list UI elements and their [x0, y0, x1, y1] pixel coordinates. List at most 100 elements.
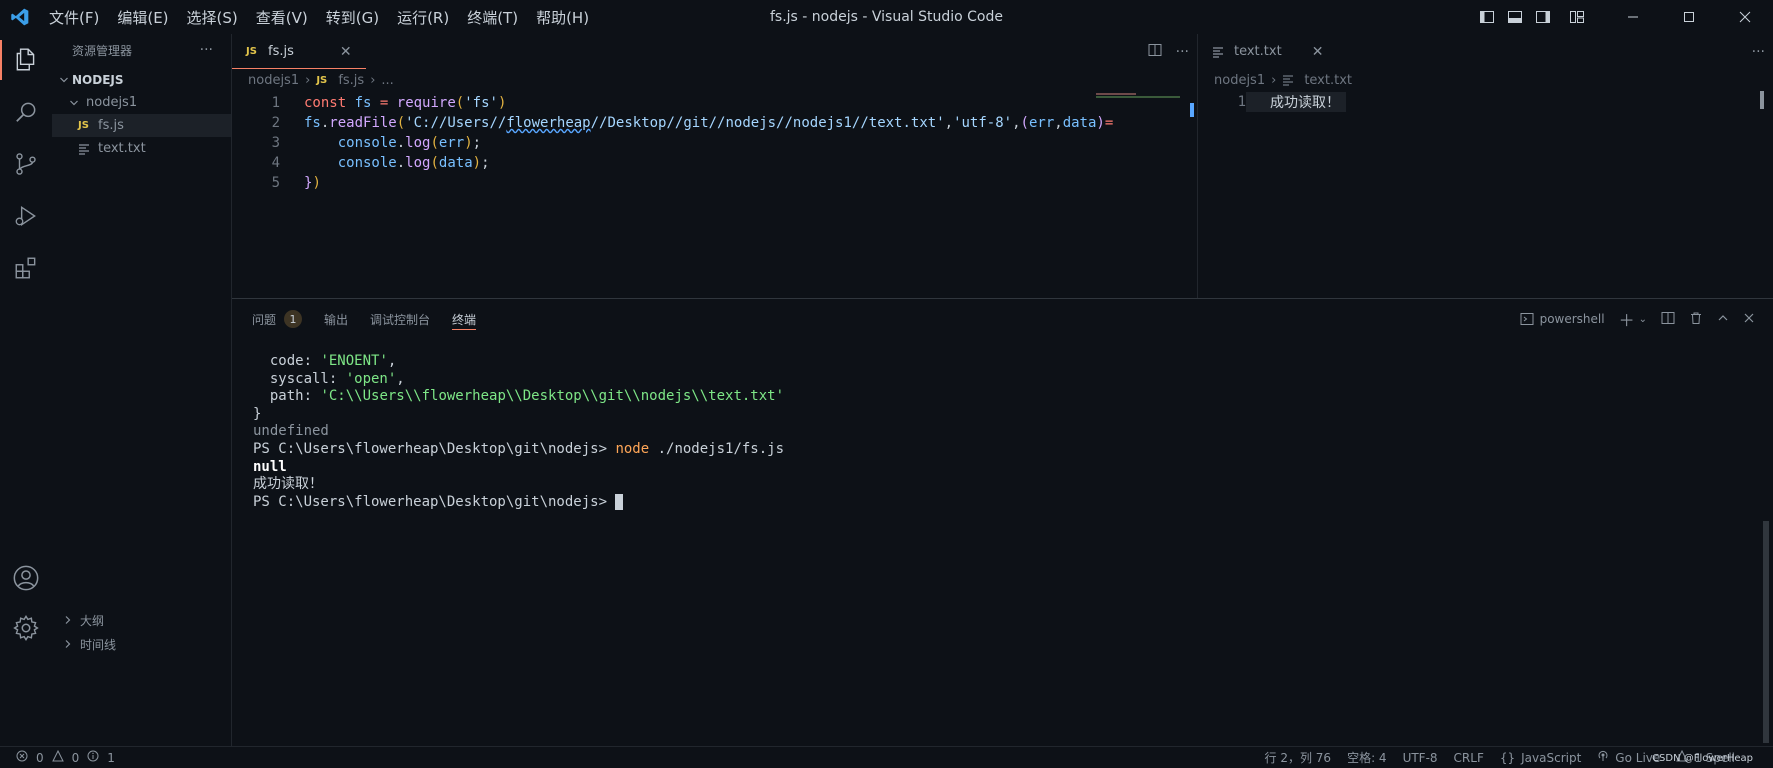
indentation[interactable]: 空格: 4	[1347, 749, 1387, 766]
tab-fs-js[interactable]: JS fs.js ✕	[232, 34, 366, 69]
split-terminal-icon[interactable]	[1661, 311, 1675, 328]
outline-section[interactable]: 大纲	[52, 608, 104, 632]
code-line-content: 成功读取！	[1246, 92, 1346, 112]
language-label: JavaScript	[1521, 750, 1582, 765]
title-bar: 文件(F) 编辑(E) 选择(S) 查看(V) 转到(G) 运行(R) 终端(T…	[0, 0, 1773, 34]
close-panel-icon[interactable]	[1743, 312, 1755, 327]
tree-file-text-txt[interactable]: text.txt	[52, 137, 231, 160]
toggle-secondary-sidebar-icon[interactable]	[1529, 0, 1557, 34]
terminal-line: syscall: 'open',	[253, 370, 405, 387]
tab-terminal[interactable]: 终端	[452, 299, 477, 339]
line-ending[interactable]: CRLF	[1454, 751, 1484, 765]
extensions-icon[interactable]	[0, 242, 52, 294]
text-editor[interactable]: 1 成功读取！	[1198, 91, 1773, 112]
menu-terminal[interactable]: 终端(T)	[458, 7, 527, 28]
breadcrumb-folder[interactable]: nodejs1	[248, 73, 299, 88]
info-count: 1	[107, 750, 115, 765]
code-line: 3 console.log(err);	[232, 133, 1197, 153]
close-icon[interactable]: ✕	[340, 44, 352, 60]
terminal-shell-label: powershell	[1539, 312, 1605, 326]
chevron-right-icon	[60, 639, 76, 649]
code-line-content: console.log(data);	[337, 155, 490, 171]
settings-gear-icon[interactable]	[0, 602, 52, 654]
run-debug-icon[interactable]	[0, 190, 52, 242]
explorer-icon[interactable]	[0, 34, 52, 86]
scrollbar[interactable]	[1763, 521, 1769, 743]
tab-label: fs.js	[268, 44, 294, 59]
new-terminal-icon[interactable]: ＋	[1619, 307, 1635, 331]
close-window-icon[interactable]	[1717, 0, 1773, 34]
chevron-right-icon: ›	[370, 72, 376, 88]
customize-layout-icon[interactable]	[1563, 0, 1591, 34]
split-editor-icon[interactable]	[1148, 43, 1162, 61]
tab-label: 终端	[452, 312, 477, 327]
menu-view[interactable]: 查看(V)	[247, 7, 317, 28]
menu-run[interactable]: 运行(R)	[388, 7, 458, 28]
menu-go[interactable]: 转到(G)	[317, 7, 388, 28]
encoding[interactable]: UTF-8	[1403, 751, 1438, 765]
toggle-panel-icon[interactable]	[1501, 0, 1529, 34]
tab-label: 输出	[324, 312, 349, 327]
explorer-sidebar: 资源管理器 ··· NODEJS nodejs1 JS fs.js text.t…	[52, 34, 232, 746]
scrollbar[interactable]	[1190, 103, 1194, 117]
problems-count-badge: 1	[284, 310, 303, 328]
more-actions-icon[interactable]: ···	[1176, 44, 1189, 60]
tab-text-txt[interactable]: text.txt ✕	[1198, 34, 1337, 69]
account-icon[interactable]	[0, 552, 52, 604]
broadcast-icon	[1597, 750, 1609, 765]
go-live-button[interactable]: Go Live	[1597, 750, 1660, 765]
menu-help[interactable]: 帮助(H)	[527, 7, 598, 28]
tree-root-nodejs[interactable]: NODEJS	[52, 68, 231, 91]
menu-file[interactable]: 文件(F)	[40, 7, 108, 28]
chevron-right-icon: ›	[305, 72, 311, 88]
language-mode[interactable]: {} JavaScript	[1500, 751, 1581, 765]
scrollbar[interactable]	[1760, 91, 1764, 109]
breadcrumb-symbol[interactable]: ...	[381, 73, 393, 88]
breadcrumb-file[interactable]: fs.js	[338, 73, 364, 88]
problems-status[interactable]: 0 0 1	[16, 749, 115, 765]
timeline-label: 时间线	[80, 637, 117, 652]
chevron-down-icon[interactable]: ⌄	[1639, 314, 1647, 325]
terminal-shell-selector[interactable]: powershell	[1520, 312, 1605, 326]
terminal-output[interactable]: code: 'ENOENT', syscall: 'open', path: '…	[232, 339, 1773, 511]
terminal-line: }	[253, 405, 262, 422]
cursor-position[interactable]: 行 2，列 76	[1265, 749, 1332, 766]
tree-file-label: text.txt	[98, 141, 146, 156]
tab-problems[interactable]: 问题 1	[252, 299, 303, 339]
menu-selection[interactable]: 选择(S)	[178, 7, 247, 28]
chevron-down-icon	[56, 75, 72, 85]
source-control-icon[interactable]	[0, 138, 52, 190]
minimize-icon[interactable]	[1605, 0, 1661, 34]
more-actions-icon[interactable]: ···	[200, 42, 213, 58]
text-file-icon	[1212, 46, 1228, 58]
chevron-right-icon: ›	[1271, 72, 1277, 88]
line-number: 1	[271, 95, 280, 111]
editor-tab-bar: text.txt ✕ ···	[1198, 34, 1773, 69]
code-editor[interactable]: 1 const fs = require('fs') 2 fs.readFile…	[232, 91, 1197, 193]
toggle-sidebar-icon[interactable]	[1473, 0, 1501, 34]
tree-folder-nodejs1[interactable]: nodejs1	[52, 91, 231, 114]
tree-file-fs-js[interactable]: JS fs.js	[52, 114, 231, 137]
chevron-down-icon	[66, 98, 82, 108]
tab-debug-console[interactable]: 调试控制台	[370, 299, 430, 339]
line-number: 4	[271, 155, 280, 171]
maximize-icon[interactable]	[1661, 0, 1717, 34]
code-line: 4 console.log(data);	[232, 153, 1197, 173]
code-line: 5 })	[232, 173, 1197, 193]
terminal-cursor	[615, 493, 624, 510]
minimap[interactable]	[1096, 91, 1182, 101]
tab-output[interactable]: 输出	[324, 299, 348, 339]
maximize-panel-icon[interactable]	[1717, 312, 1729, 327]
timeline-section[interactable]: 时间线	[52, 632, 116, 656]
warning-icon	[51, 749, 64, 765]
menu-edit[interactable]: 编辑(E)	[108, 7, 177, 28]
search-icon[interactable]	[0, 86, 52, 138]
terminal-icon	[1520, 313, 1534, 325]
close-icon[interactable]: ✕	[1312, 44, 1324, 60]
watermark: CSDN @FlowerHeap	[1652, 753, 1753, 764]
more-actions-icon[interactable]: ···	[1752, 44, 1765, 60]
activity-bar	[0, 34, 52, 746]
breadcrumb-folder[interactable]: nodejs1	[1214, 73, 1265, 88]
breadcrumb-file[interactable]: text.txt	[1304, 73, 1352, 88]
trash-icon[interactable]	[1689, 311, 1703, 328]
